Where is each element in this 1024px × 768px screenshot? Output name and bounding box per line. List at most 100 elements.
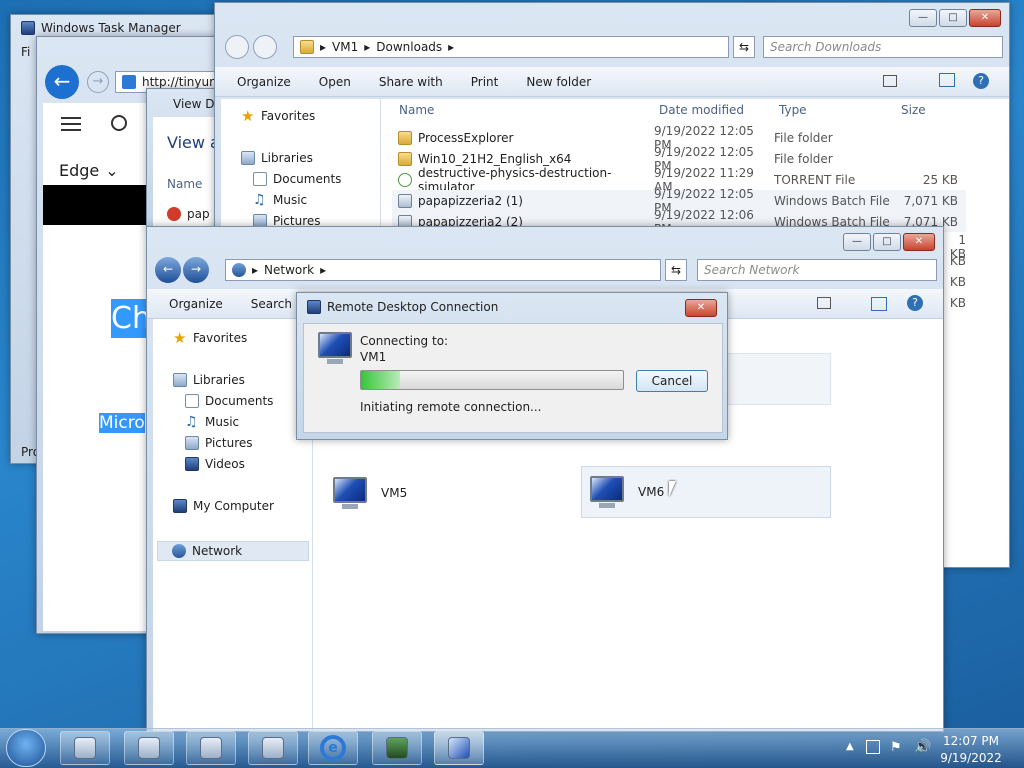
rdc-dialog[interactable]: Remote Desktop Connection ✕ Connecting t…: [296, 292, 728, 440]
close-button[interactable]: ✕: [685, 299, 717, 317]
taskbar-app-2[interactable]: [186, 731, 236, 765]
start-button[interactable]: [6, 729, 46, 767]
new-folder-button[interactable]: New folder: [526, 75, 591, 89]
nav-label: My Computer: [193, 499, 274, 513]
file-type: Windows Batch File: [774, 193, 890, 208]
nav-label: Libraries: [193, 373, 245, 387]
app-icon: [386, 737, 408, 759]
clock-date[interactable]: 9/19/2022: [940, 751, 1002, 765]
refresh-button[interactable]: ⇆: [733, 36, 755, 58]
cancel-button[interactable]: Cancel: [636, 370, 708, 392]
view-options-icon[interactable]: [883, 75, 897, 87]
computer-icon: [329, 475, 371, 511]
print-button[interactable]: Print: [471, 75, 499, 89]
highlighted-text: Micro: [99, 413, 145, 433]
column-header-date[interactable]: Date modified: [659, 103, 744, 117]
flag-tray-icon[interactable]: ⚑: [890, 740, 902, 755]
maximize-button[interactable]: □: [939, 9, 967, 27]
view-options-icon[interactable]: [817, 297, 831, 309]
pictures-icon: [185, 436, 199, 450]
downloads-address-bar[interactable]: ▸ VM1 ▸ Downloads ▸: [293, 36, 729, 58]
computer-tile-vm6[interactable]: VM6: [581, 466, 831, 518]
file-size: 25 KB: [922, 172, 958, 187]
network-address-bar[interactable]: ▸ Network ▸: [225, 259, 661, 281]
remote-desktop-icon: [448, 737, 470, 759]
chevron-right-icon: ▸: [320, 40, 327, 54]
help-icon[interactable]: ?: [907, 295, 923, 311]
computer-tile-vm5[interactable]: VM5: [329, 467, 579, 519]
file-size: KB: [949, 275, 966, 289]
nav-libraries[interactable]: Libraries: [241, 151, 313, 165]
nav-network[interactable]: Network: [157, 541, 309, 561]
task-manager-icon: [21, 21, 35, 35]
taskbar-internet-explorer[interactable]: e: [308, 731, 358, 765]
taskbar-remote-desktop[interactable]: [434, 731, 484, 765]
star-icon: ★: [241, 107, 255, 125]
column-header-size[interactable]: Size: [901, 103, 926, 117]
library-icon: [241, 151, 255, 165]
nav-pictures[interactable]: Pictures: [185, 436, 253, 450]
forward-button[interactable]: →: [87, 71, 109, 93]
preview-pane-icon[interactable]: [871, 297, 887, 311]
forward-button[interactable]: →: [183, 257, 209, 283]
taskbar-app-1[interactable]: [124, 731, 174, 765]
search-icon[interactable]: [111, 115, 127, 131]
folder-icon: [398, 130, 412, 145]
edge-dropdown[interactable]: Edge ⌄: [59, 161, 119, 180]
open-button[interactable]: Open: [319, 75, 351, 89]
column-header-name[interactable]: Name: [399, 103, 434, 117]
close-button[interactable]: ✕: [903, 233, 935, 251]
forward-button[interactable]: [253, 35, 277, 59]
nav-favorites[interactable]: ★ Favorites: [173, 331, 247, 346]
help-icon[interactable]: ?: [973, 73, 989, 89]
back-button[interactable]: ←: [45, 65, 79, 99]
organize-button[interactable]: Organize: [237, 75, 291, 89]
hamburger-menu-icon[interactable]: [61, 117, 81, 131]
app-icon: [262, 737, 284, 759]
chevron-right-icon: ▸: [252, 263, 259, 277]
close-button[interactable]: ✕: [969, 9, 1001, 27]
nav-documents[interactable]: Documents: [185, 394, 273, 408]
clock-time[interactable]: 12:07 PM: [940, 734, 1002, 748]
chevron-down-icon: ⌄: [105, 161, 119, 180]
search-downloads-input[interactable]: Search Downloads: [763, 36, 1003, 58]
volume-tray-icon[interactable]: 🔊: [914, 739, 931, 755]
nav-libraries[interactable]: Libraries: [173, 373, 245, 387]
refresh-button[interactable]: ⇆: [665, 259, 687, 281]
network-tray-icon[interactable]: [866, 740, 880, 754]
taskbar-task-manager[interactable]: [60, 731, 110, 765]
nav-documents[interactable]: Documents: [253, 172, 341, 186]
back-button[interactable]: ←: [155, 257, 181, 283]
share-with-button[interactable]: Share with: [379, 75, 443, 89]
breadcrumb-vm1[interactable]: VM1: [332, 40, 358, 54]
minimize-button[interactable]: —: [909, 9, 937, 27]
show-hidden-icons-icon[interactable]: ▲: [846, 741, 854, 752]
minimize-button[interactable]: —: [843, 233, 871, 251]
breadcrumb-downloads[interactable]: Downloads: [376, 40, 442, 54]
nav-videos[interactable]: Videos: [185, 457, 245, 471]
ie-icon: e: [320, 735, 346, 761]
breadcrumb-network[interactable]: Network: [264, 263, 314, 277]
nav-favorites[interactable]: ★ Favorites: [241, 107, 315, 125]
nav-music[interactable]: ♫ Music: [253, 193, 307, 207]
back-button[interactable]: [225, 35, 249, 59]
maximize-button[interactable]: □: [873, 233, 901, 251]
search-network-input[interactable]: Search Network: [697, 259, 937, 281]
download-row[interactable]: pap: [187, 207, 210, 221]
file-name: papapizzeria2 (1): [418, 193, 523, 208]
column-name: Name: [167, 177, 203, 191]
organize-button[interactable]: Organize: [169, 297, 223, 311]
chevron-right-icon: ▸: [448, 40, 455, 54]
preview-pane-icon[interactable]: [939, 73, 955, 87]
rdc-title-icon: [307, 300, 321, 314]
taskbar-app-3[interactable]: [248, 731, 298, 765]
videos-icon: [185, 457, 199, 471]
target-computer: VM1: [360, 350, 387, 364]
taskbar-process-explorer[interactable]: [372, 731, 422, 765]
nav-my-computer[interactable]: My Computer: [173, 499, 274, 513]
network-icon: [172, 544, 186, 558]
nav-music[interactable]: ♫ Music: [185, 415, 239, 429]
task-manager-menu[interactable]: Fi: [21, 45, 30, 59]
column-header-type[interactable]: Type: [779, 103, 807, 117]
search-button[interactable]: Search: [251, 297, 292, 311]
